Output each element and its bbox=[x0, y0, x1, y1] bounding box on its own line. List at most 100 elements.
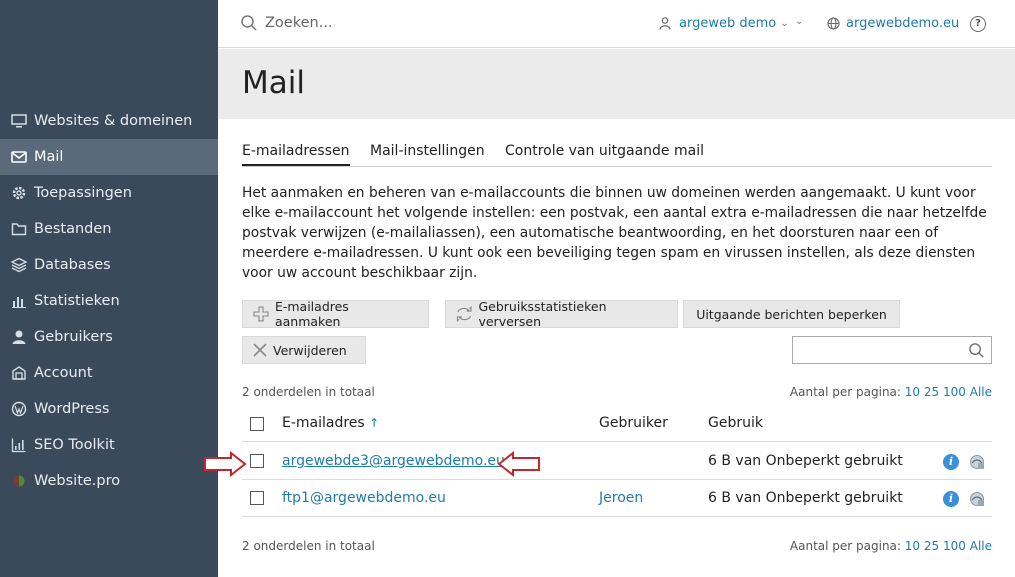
sidebar-nav: Websites & domeinen Mail Toepassingen Be… bbox=[0, 103, 218, 499]
top-bar: Zoeken... argeweb demo ⌄ ⌄ argewebdemo.e… bbox=[218, 0, 1015, 48]
sidebar-item-label: WordPress bbox=[34, 401, 110, 417]
sidebar-item-gebruikers[interactable]: Gebruikers bbox=[0, 319, 218, 355]
chevron-down-icon[interactable]: ⌄ bbox=[795, 16, 803, 27]
sidebar-item-label: Websites & domeinen bbox=[34, 113, 193, 129]
usage-text: 6 B van Onbeperkt gebruikt bbox=[708, 453, 903, 469]
search-icon bbox=[969, 343, 984, 358]
arrow-left-annotation bbox=[497, 451, 540, 477]
sidebar-item-label: SEO Toolkit bbox=[34, 437, 115, 453]
arrow-right-annotation bbox=[204, 451, 247, 477]
domain-name: argewebdemo.eu bbox=[846, 16, 960, 31]
per-page-25[interactable]: 25 bbox=[924, 385, 939, 399]
sidebar-item-label: Bestanden bbox=[34, 221, 112, 237]
sidebar-item-mail[interactable]: Mail bbox=[0, 139, 218, 175]
sidebar-item-websites[interactable]: Websites & domeinen bbox=[0, 103, 218, 139]
limit-outgoing-label: Uitgaande berichten beperken bbox=[696, 306, 887, 322]
tab-controle-uitgaande-mail[interactable]: Controle van uitgaande mail bbox=[505, 143, 704, 164]
refresh-stats-label: Gebruiksstatistieken verversen bbox=[478, 299, 607, 329]
statistics-icon[interactable] bbox=[969, 454, 985, 470]
per-page-label: Aantal per pagina: bbox=[789, 385, 901, 399]
websitepro-icon bbox=[10, 472, 28, 490]
table-row: ftp1@argewebdemo.eu Jeroen 6 B van Onbep… bbox=[242, 480, 992, 517]
sidebar: Websites & domeinen Mail Toepassingen Be… bbox=[0, 0, 218, 577]
page-header: Mail bbox=[218, 49, 1015, 119]
search-icon bbox=[241, 15, 257, 31]
user-icon bbox=[659, 17, 671, 30]
folder-icon bbox=[10, 220, 28, 238]
row-checkbox[interactable] bbox=[250, 491, 264, 505]
user-link[interactable]: Jeroen bbox=[599, 490, 643, 506]
monitor-icon bbox=[10, 112, 28, 130]
limit-outgoing-button[interactable]: Uitgaande berichten beperken bbox=[683, 300, 900, 328]
column-usage: Gebruik bbox=[708, 415, 763, 431]
column-email-label: E-mailadres bbox=[282, 415, 365, 431]
sort-asc-icon: ↑ bbox=[369, 416, 380, 430]
sidebar-item-label: Mail bbox=[34, 149, 64, 165]
page-title: Mail bbox=[242, 65, 305, 101]
table-header: E-mailadres ↑ Gebruiker Gebruik bbox=[242, 406, 992, 442]
refresh-stats-button[interactable]: Gebruiksstatistieken verversen bbox=[445, 299, 678, 329]
info-icon[interactable]: i bbox=[943, 491, 959, 507]
bar-chart-icon bbox=[10, 292, 28, 310]
sidebar-item-websitepro[interactable]: Website.pro bbox=[0, 463, 218, 499]
sidebar-item-account[interactable]: Account bbox=[0, 355, 218, 391]
per-page-10[interactable]: 10 bbox=[905, 385, 920, 399]
global-search[interactable]: Zoeken... bbox=[240, 14, 333, 32]
search-placeholder: Zoeken... bbox=[265, 15, 333, 31]
sidebar-item-label: Account bbox=[34, 365, 93, 381]
per-page-25[interactable]: 25 bbox=[924, 539, 939, 553]
tab-mail-instellingen[interactable]: Mail-instellingen bbox=[370, 143, 485, 164]
gear-icon bbox=[10, 184, 28, 202]
user-name: argeweb demo bbox=[679, 16, 777, 31]
sidebar-item-wordpress[interactable]: WordPress bbox=[0, 391, 218, 427]
sidebar-item-label: Databases bbox=[34, 257, 111, 273]
globe-icon bbox=[827, 17, 840, 30]
refresh-icon bbox=[456, 306, 472, 322]
sidebar-item-toepassingen[interactable]: Toepassingen bbox=[0, 175, 218, 211]
list-search-input[interactable] bbox=[792, 336, 992, 364]
per-page-control: Aantal per pagina: 10 25 100 Alle bbox=[790, 539, 992, 553]
database-icon bbox=[10, 256, 28, 274]
sidebar-item-label: Statistieken bbox=[34, 293, 120, 309]
select-all-checkbox[interactable] bbox=[250, 417, 264, 431]
per-page-all[interactable]: Alle bbox=[970, 385, 992, 399]
page-description: Het aanmaken en beheren van e-mailaccoun… bbox=[242, 185, 987, 281]
chevron-down-icon: ⌄ bbox=[780, 18, 789, 29]
per-page-10[interactable]: 10 bbox=[905, 539, 920, 553]
sidebar-item-seo-toolkit[interactable]: SEO Toolkit bbox=[0, 427, 218, 463]
sidebar-item-bestanden[interactable]: Bestanden bbox=[0, 211, 218, 247]
tab-e-mailadressen[interactable]: E-mailadressen bbox=[242, 143, 350, 166]
per-page-label: Aantal per pagina: bbox=[789, 539, 901, 553]
sidebar-item-databases[interactable]: Databases bbox=[0, 247, 218, 283]
mail-icon bbox=[10, 148, 28, 166]
per-page-100[interactable]: 100 bbox=[943, 539, 966, 553]
usage-text: 6 B van Onbeperkt gebruikt bbox=[708, 490, 903, 506]
sidebar-item-label: Toepassingen bbox=[34, 185, 132, 201]
email-link[interactable]: ftp1@argewebdemo.eu bbox=[282, 490, 446, 506]
email-link[interactable]: argewebde3@argewebdemo.eu bbox=[282, 453, 505, 469]
statistics-icon[interactable] bbox=[969, 491, 985, 507]
sidebar-item-label: Gebruikers bbox=[34, 329, 113, 345]
seo-chart-icon bbox=[10, 436, 28, 454]
create-email-button[interactable]: E-mailadres aanmaken bbox=[242, 299, 429, 329]
plus-icon bbox=[253, 306, 269, 322]
info-icon[interactable]: i bbox=[943, 454, 959, 470]
per-page-control: Aantal per pagina: 10 25 100 Alle bbox=[790, 385, 992, 399]
domain-selector[interactable]: argewebdemo.eu bbox=[827, 16, 959, 31]
wordpress-icon bbox=[10, 400, 28, 418]
close-icon bbox=[253, 343, 267, 357]
user-menu[interactable]: argeweb demo ⌄ bbox=[659, 16, 789, 31]
user-icon bbox=[10, 328, 28, 346]
row-checkbox[interactable] bbox=[250, 454, 264, 468]
delete-label: Verwijderen bbox=[273, 342, 347, 358]
delete-button[interactable]: Verwijderen bbox=[242, 336, 366, 364]
account-icon bbox=[10, 364, 28, 382]
column-email[interactable]: E-mailadres ↑ bbox=[282, 415, 379, 431]
per-page-all[interactable]: Alle bbox=[970, 539, 992, 553]
total-count: 2 onderdelen in totaal bbox=[242, 385, 375, 399]
sidebar-item-statistieken[interactable]: Statistieken bbox=[0, 283, 218, 319]
column-user: Gebruiker bbox=[599, 415, 668, 431]
help-icon[interactable]: ? bbox=[970, 16, 986, 32]
per-page-100[interactable]: 100 bbox=[943, 385, 966, 399]
total-count: 2 onderdelen in totaal bbox=[242, 539, 375, 553]
